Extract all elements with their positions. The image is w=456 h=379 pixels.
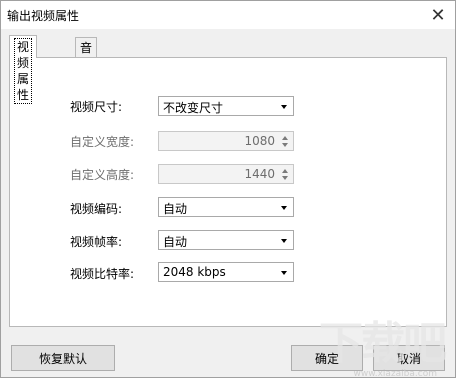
video-size-label: 视频尺寸:: [70, 100, 123, 114]
custom-width-spinbox[interactable]: 1080: [158, 131, 294, 151]
bitrate-value: 2048 kbps: [163, 265, 226, 279]
reset-defaults-button[interactable]: 恢复默认: [11, 345, 115, 371]
video-size-value: 不改变尺寸: [163, 101, 224, 115]
window-title: 输出视频属性: [7, 9, 80, 23]
spin-down-icon[interactable]: [282, 176, 288, 180]
close-icon[interactable]: ✕: [421, 1, 455, 29]
tab-video-properties[interactable]: 视频属性: [9, 35, 38, 104]
tab-audio-properties[interactable]: 音频属性: [75, 37, 98, 115]
chevron-down-icon: [281, 271, 287, 275]
spin-down-icon[interactable]: [282, 143, 288, 147]
chevron-down-icon: [281, 239, 287, 243]
custom-width-label: 自定义宽度:: [70, 135, 135, 149]
spin-up-icon[interactable]: [282, 136, 288, 140]
custom-height-label: 自定义高度:: [70, 168, 135, 182]
chevron-down-icon: [281, 206, 287, 210]
custom-width-value: 1080: [244, 134, 275, 148]
video-codec-value: 自动: [163, 202, 188, 216]
tab-video-properties-label: 视频属性: [14, 38, 33, 104]
video-codec-label: 视频编码:: [70, 202, 123, 216]
video-properties-panel: 视频尺寸: 不改变尺寸 自定义宽度: 1080 自定义高度: 1440 视频编码…: [9, 57, 447, 327]
bitrate-label: 视频比特率:: [70, 267, 135, 281]
title-bar: 输出视频属性 ✕: [1, 1, 455, 29]
frame-rate-label: 视频帧率:: [70, 235, 123, 249]
frame-rate-select[interactable]: 自动: [158, 230, 294, 250]
custom-height-spinbox[interactable]: 1440: [158, 164, 294, 184]
frame-rate-value: 自动: [163, 235, 188, 249]
spin-up-icon[interactable]: [282, 169, 288, 173]
output-video-properties-dialog: 输出视频属性 ✕ 视频属性 音频属性 视频尺寸: 不改变尺寸 自定义宽度: 10…: [0, 0, 456, 379]
custom-height-value: 1440: [244, 167, 275, 181]
bitrate-select[interactable]: 2048 kbps: [158, 262, 294, 282]
video-codec-select[interactable]: 自动: [158, 197, 294, 217]
watermark-logo: 下载吧: [319, 318, 447, 369]
chevron-down-icon: [281, 105, 287, 109]
video-size-select[interactable]: 不改变尺寸: [158, 96, 294, 116]
